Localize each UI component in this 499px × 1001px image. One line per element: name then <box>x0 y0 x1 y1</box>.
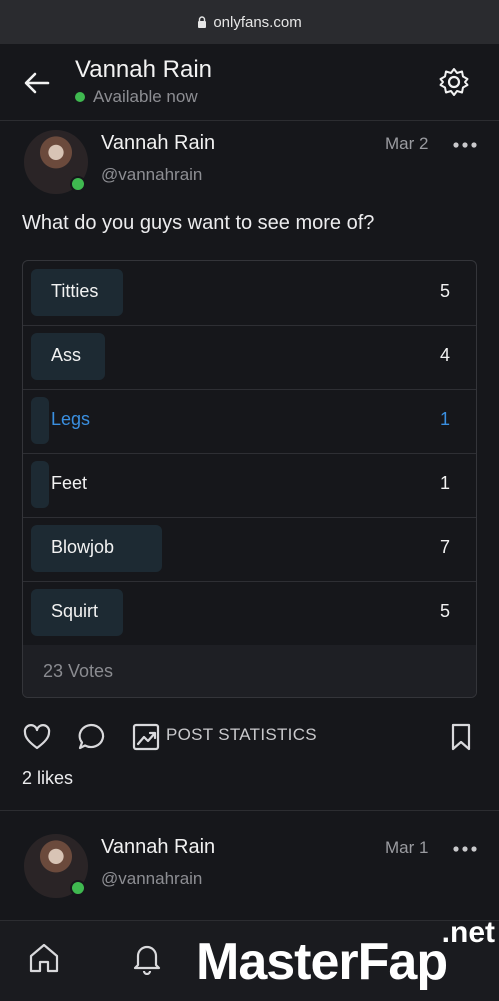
post-author-name[interactable]: Vannah Rain <box>101 836 215 859</box>
poll-option-label: Squirt <box>51 601 99 621</box>
post-text: What do you guys want to see more of? <box>22 212 375 234</box>
poll-option-bar <box>31 461 49 508</box>
post-author-handle[interactable]: @vannahrain <box>101 869 202 889</box>
poll-option[interactable]: Blowjob 7 <box>23 517 476 582</box>
availability-status: Available now <box>75 87 198 107</box>
poll-option-count: 7 <box>439 537 450 557</box>
poll-option-count: 5 <box>439 281 450 301</box>
post-statistics-button[interactable]: POST STATISTICS <box>166 725 317 745</box>
browser-url-bar[interactable]: onlyfans.com <box>0 0 499 44</box>
poll-option-count: 1 <box>439 473 450 493</box>
poll-option-count: 4 <box>439 345 450 365</box>
online-indicator <box>70 176 86 192</box>
post-divider <box>0 810 499 811</box>
post-date: Mar 1 <box>385 838 429 857</box>
poll-option-count: 5 <box>439 601 450 621</box>
online-indicator <box>70 880 86 896</box>
poll-option[interactable]: Squirt 5 <box>23 581 476 646</box>
heart-icon[interactable] <box>22 722 52 752</box>
poll-option[interactable]: Ass 4 <box>23 325 476 390</box>
more-options-icon[interactable] <box>452 845 478 853</box>
likes-count[interactable]: 2 likes <box>22 768 73 789</box>
avatar[interactable] <box>24 130 88 194</box>
poll: Titties 5 Ass 4 Legs 1 Feet 1 Blowjob 7 … <box>22 260 477 698</box>
comment-icon[interactable] <box>76 722 106 752</box>
poll-option-label: Blowjob <box>51 537 115 557</box>
post-author-handle[interactable]: @vannahrain <box>101 165 202 185</box>
statistics-icon[interactable] <box>131 722 161 752</box>
watermark-text: MasterFap <box>196 933 448 991</box>
poll-option-label: Ass <box>51 345 82 365</box>
avatar[interactable] <box>24 834 88 898</box>
bell-icon[interactable] <box>130 941 164 975</box>
gear-icon[interactable] <box>438 66 470 98</box>
poll-option-label: Feet <box>51 473 88 493</box>
lock-icon <box>198 16 207 28</box>
poll-option-label: Titties <box>51 281 99 301</box>
poll-option[interactable]: Titties 5 <box>23 261 476 326</box>
poll-votes-total: 23 Votes <box>43 661 114 681</box>
poll-option-bar <box>31 397 49 444</box>
poll-option-count: 1 <box>439 409 450 429</box>
back-arrow-icon[interactable] <box>22 68 52 98</box>
poll-option[interactable]: Feet 1 <box>23 453 476 518</box>
poll-votes-footer: 23 Votes <box>23 645 476 697</box>
url-text: onlyfans.com <box>213 13 302 31</box>
post-author-name[interactable]: Vannah Rain <box>101 132 215 155</box>
poll-option-label: Legs <box>51 409 91 429</box>
poll-option-selected[interactable]: Legs 1 <box>23 389 476 454</box>
status-text: Available now <box>93 87 198 106</box>
post-actions: POST STATISTICS <box>0 715 499 759</box>
post-date: Mar 2 <box>385 134 429 153</box>
watermark-logo: MasterFap .net <box>196 916 499 1000</box>
more-options-icon[interactable] <box>452 141 478 149</box>
bookmark-icon[interactable] <box>446 722 476 752</box>
page-title: Vannah Rain <box>75 56 212 83</box>
online-dot-icon <box>75 92 85 102</box>
watermark-suffix: .net <box>441 916 495 949</box>
home-icon[interactable] <box>27 941 61 975</box>
profile-header: Vannah Rain Available now <box>0 44 499 121</box>
